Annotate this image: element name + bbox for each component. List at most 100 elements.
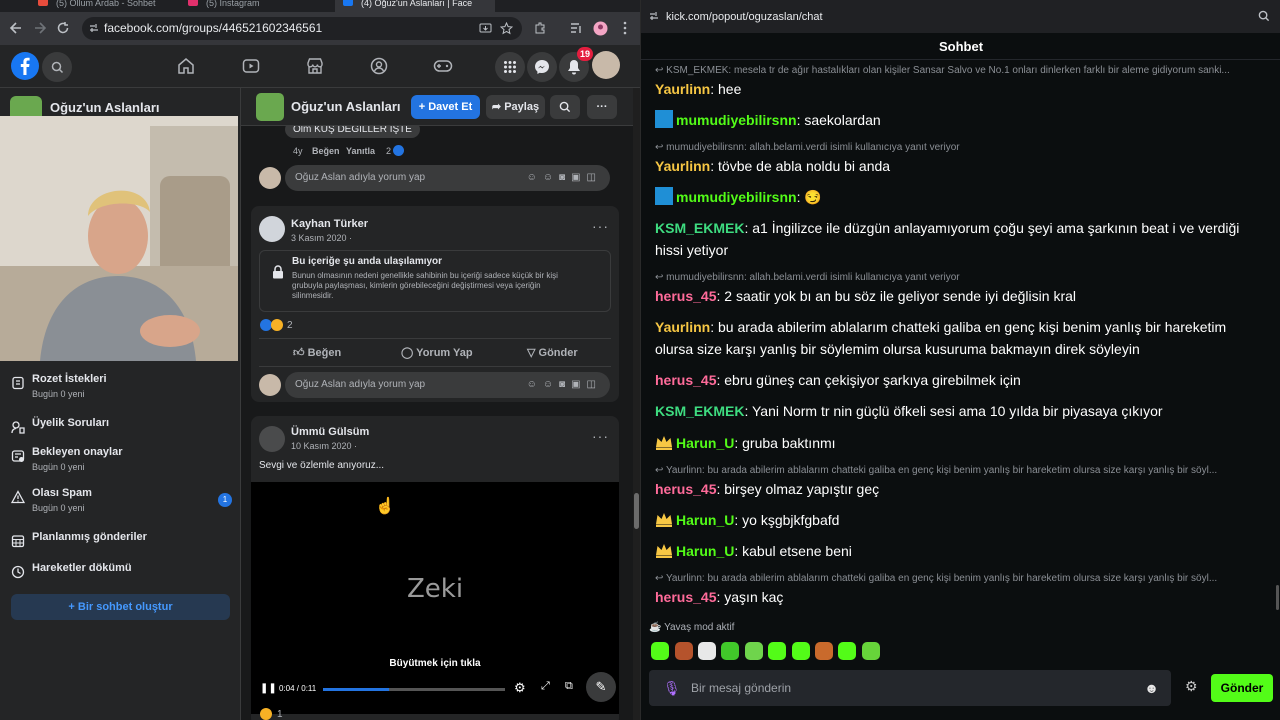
scrollbar-thumb[interactable]: [634, 493, 639, 529]
author-avatar[interactable]: [259, 426, 285, 452]
emote-icon[interactable]: [721, 642, 739, 660]
microphone-icon[interactable]: 🎙︎: [663, 670, 681, 706]
enlarge-hint[interactable]: Büyütmek için tıkla: [251, 658, 619, 669]
emote-icon[interactable]: [815, 642, 833, 660]
tab-instagram[interactable]: (5) Instagram: [180, 0, 335, 12]
comment-like-link[interactable]: Beğen: [312, 146, 340, 156]
reply-context[interactable]: ↩ KSM_EKMEK: mesela tr de ağır hastalıkl…: [655, 65, 1265, 76]
comment-input[interactable]: Oğuz Aslan adıyla yorum yap ☺☺◙▣◫: [285, 372, 610, 398]
chat-username[interactable]: Yaurlinn: [655, 81, 710, 97]
extensions-icon[interactable]: [532, 20, 548, 36]
new-chat-button[interactable]: + Bir sohbet oluştur: [11, 594, 230, 620]
install-app-icon[interactable]: [479, 22, 492, 35]
reply-context[interactable]: ↩ Yaurlinn: bu arada abilerim ablalarım …: [655, 465, 1265, 476]
chat-scrollbar[interactable]: [1274, 60, 1280, 620]
comment-button[interactable]: ◯ Yorum Yap: [401, 346, 473, 359]
reload-icon[interactable]: [55, 20, 71, 36]
tab-sohbet[interactable]: (5) Ollum Ardab - Sohbet: [30, 0, 180, 12]
chat-username[interactable]: herus_45: [655, 288, 716, 304]
messenger-icon[interactable]: [527, 52, 557, 82]
post-author[interactable]: Kayhan Türker: [291, 218, 368, 230]
post-more-icon[interactable]: ···: [592, 428, 609, 444]
author-avatar[interactable]: [259, 216, 285, 242]
picture-in-picture-icon[interactable]: ⧉: [565, 680, 573, 693]
emote-icon[interactable]: [745, 642, 763, 660]
group-search-button[interactable]: [550, 95, 580, 119]
reaction-count[interactable]: 1: [277, 709, 283, 720]
reply-context[interactable]: ↩ Yaurlinn: bu arada abilerim ablalarım …: [655, 573, 1265, 584]
reaction-count[interactable]: 2: [287, 320, 293, 331]
chat-username[interactable]: herus_45: [655, 481, 716, 497]
feed-scrollbar[interactable]: [633, 88, 640, 720]
post-date[interactable]: 10 Kasım 2020 ·: [291, 441, 357, 451]
chat-username[interactable]: Harun_U: [676, 543, 734, 559]
emote-icon[interactable]: [651, 642, 669, 660]
chat-username[interactable]: mumudiyebilirsnn: [676, 112, 797, 128]
reply-context[interactable]: ↩ mumudiyebilirsnn: allah.belami.verdi i…: [655, 142, 1265, 153]
sidebar-item-activity-log[interactable]: Hareketler dökümü: [10, 562, 232, 598]
emote-icon[interactable]: [792, 642, 810, 660]
comment-tools-icons[interactable]: ☺☺◙▣◫: [527, 165, 602, 191]
site-info-icon[interactable]: [649, 11, 659, 21]
forward-icon[interactable]: [32, 20, 48, 36]
zoom-search-icon[interactable]: [1258, 10, 1270, 22]
sidebar-item-pending-approvals[interactable]: Bekleyen onaylar Bugün 0 yeni: [10, 446, 232, 482]
video-player[interactable]: Zeki ☝ Büyütmek için tıkla ❚❚ 0:04 / 0:1…: [251, 482, 619, 714]
chat-username[interactable]: mumudiyebilirsnn: [676, 189, 797, 205]
post-date[interactable]: 3 Kasım 2020 ·: [291, 233, 352, 243]
chat-send-button[interactable]: Gönder: [1211, 674, 1273, 702]
sidebar-item-possible-spam[interactable]: Olası Spam Bugün 0 yeni 1: [10, 487, 232, 523]
emoji-picker-icon[interactable]: ☻: [1144, 670, 1159, 706]
watch-icon[interactable]: [241, 56, 261, 76]
popout-url[interactable]: kick.com/popout/oguzaslan/chat: [666, 11, 823, 23]
media-controls-icon[interactable]: [568, 20, 584, 36]
video-progress-track[interactable]: [323, 688, 505, 691]
chat-username[interactable]: herus_45: [655, 589, 716, 605]
invite-button[interactable]: + Davet Et: [411, 95, 480, 119]
chat-username[interactable]: Harun_U: [676, 512, 734, 528]
facebook-search-icon[interactable]: [42, 52, 72, 82]
chat-username[interactable]: Yaurlinn: [655, 319, 710, 335]
home-icon[interactable]: [176, 56, 196, 76]
menu-grid-icon[interactable]: [495, 52, 525, 82]
url-field[interactable]: facebook.com/groups/446521602346561: [82, 17, 522, 40]
comment-tools-icons[interactable]: ☺☺◙▣◫: [527, 372, 602, 398]
post-more-icon[interactable]: ···: [592, 218, 609, 234]
bookmark-star-icon[interactable]: [500, 22, 513, 35]
chat-scrollbar-thumb[interactable]: [1276, 585, 1279, 610]
emote-icon[interactable]: [862, 642, 880, 660]
chat-username[interactable]: KSM_EKMEK: [655, 220, 744, 236]
account-avatar[interactable]: [592, 51, 620, 79]
gaming-icon[interactable]: [433, 56, 453, 76]
back-icon[interactable]: [8, 20, 24, 36]
chat-username[interactable]: KSM_EKMEK: [655, 403, 744, 419]
tab-facebook[interactable]: (4) Oğuz'un Aslanları | Face: [335, 0, 495, 12]
pause-icon[interactable]: ❚❚: [260, 683, 277, 694]
facebook-logo-icon[interactable]: [11, 52, 39, 80]
comment-reply-link[interactable]: Yanıtla: [346, 146, 375, 156]
send-button[interactable]: ▽ Gönder: [527, 346, 578, 359]
chat-settings-gear-icon[interactable]: ⚙: [1185, 678, 1198, 695]
browser-menu-icon[interactable]: [617, 20, 633, 36]
group-header-avatar[interactable]: [256, 93, 284, 121]
reply-context[interactable]: ↩ mumudiyebilirsnn: allah.belami.verdi i…: [655, 272, 1265, 283]
emote-icon[interactable]: [675, 642, 693, 660]
like-button[interactable]: 👍︎ Beğen: [293, 346, 341, 359]
emote-icon[interactable]: [698, 642, 716, 660]
marketplace-icon[interactable]: [305, 56, 325, 76]
post-author[interactable]: Ümmü Gülsüm: [291, 426, 369, 438]
emote-icon[interactable]: [768, 642, 786, 660]
group-more-button[interactable]: ···: [587, 95, 617, 119]
site-info-icon[interactable]: [89, 23, 99, 33]
chat-username[interactable]: herus_45: [655, 372, 716, 388]
sidebar-item-badge-requests[interactable]: Rozet İstekleri Bugün 0 yeni: [10, 373, 232, 409]
comment-input[interactable]: Oğuz Aslan adıyla yorum yap ☺☺◙▣◫: [285, 165, 610, 191]
chat-username[interactable]: Yaurlinn: [655, 158, 710, 174]
chat-input[interactable]: 🎙︎ Bir mesaj gönderin ☻: [649, 670, 1171, 706]
profile-avatar-icon[interactable]: [592, 20, 608, 36]
settings-gear-icon[interactable]: ⚙: [514, 680, 526, 696]
emote-icon[interactable]: [838, 642, 856, 660]
share-button[interactable]: ➦ Paylaş: [486, 95, 545, 119]
chat-username[interactable]: Harun_U: [676, 435, 734, 451]
compose-edit-icon[interactable]: ✎: [586, 672, 616, 702]
